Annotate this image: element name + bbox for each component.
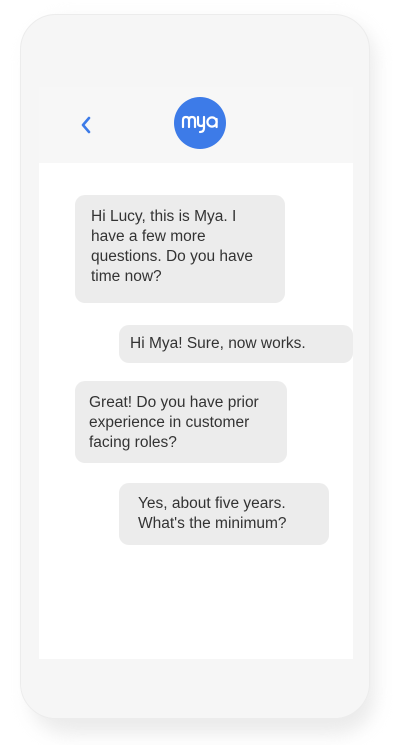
message-bubble-user: Hi Mya! Sure, now works. (119, 325, 353, 363)
chat-screen: Hi Lucy, this is Mya. I have a few more … (39, 87, 353, 659)
message-bubble-bot: Hi Lucy, this is Mya. I have a few more … (75, 195, 285, 303)
chat-header (39, 87, 353, 163)
chat-bottom-fade (39, 599, 353, 659)
message-text: Hi Mya! Sure, now works. (130, 335, 306, 352)
message-list: Hi Lucy, this is Mya. I have a few more … (39, 163, 353, 659)
message-text: Great! Do you have prior experience in c… (89, 394, 259, 451)
message-bubble-user: Yes, about five years. What's the minimu… (119, 483, 329, 545)
message-text: Hi Lucy, this is Mya. I have a few more … (91, 208, 253, 285)
phone-frame: Hi Lucy, this is Mya. I have a few more … (20, 14, 370, 719)
mya-logo-icon (181, 115, 218, 134)
message-bubble-bot: Great! Do you have prior experience in c… (75, 381, 287, 463)
canvas: Hi Lucy, this is Mya. I have a few more … (0, 0, 393, 745)
mya-avatar (174, 97, 226, 149)
message-text: Yes, about five years. What's the minimu… (138, 495, 287, 532)
chevron-left-icon (81, 116, 91, 134)
phone-bottom-bezel (21, 659, 369, 718)
back-button[interactable] (75, 113, 99, 137)
